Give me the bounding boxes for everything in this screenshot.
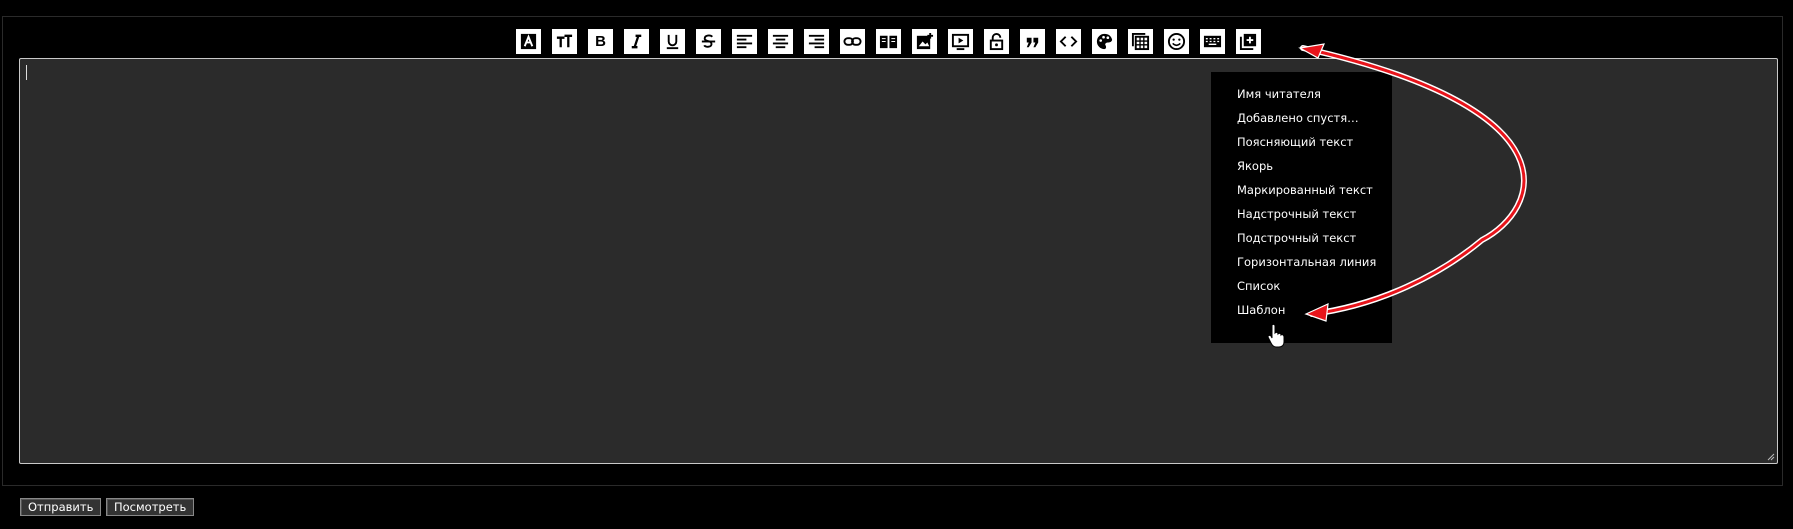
editor-frame: B [2, 16, 1783, 486]
font-color-icon[interactable] [516, 29, 541, 54]
menu-item-list[interactable]: Список [1237, 279, 1392, 303]
quote-icon[interactable] [1020, 29, 1045, 54]
editor-toolbar: B [516, 29, 1261, 54]
align-center-icon[interactable] [768, 29, 793, 54]
lock-icon[interactable] [984, 29, 1009, 54]
text-caret [26, 65, 27, 80]
message-textarea[interactable] [19, 58, 1778, 464]
palette-icon[interactable] [1092, 29, 1117, 54]
align-right-icon[interactable] [804, 29, 829, 54]
menu-item-marked-text[interactable]: Маркированный текст [1237, 183, 1392, 207]
video-icon[interactable] [948, 29, 973, 54]
strikethrough-icon[interactable] [696, 29, 721, 54]
italic-icon[interactable] [624, 29, 649, 54]
table-icon[interactable] [1128, 29, 1153, 54]
menu-item-superscript[interactable]: Надстрочный текст [1237, 207, 1392, 231]
text-size-icon[interactable] [552, 29, 577, 54]
menu-item-added-after[interactable]: Добавлено спустя… [1237, 111, 1392, 135]
menu-item-template[interactable]: Шаблон [1237, 303, 1392, 327]
code-icon[interactable] [1056, 29, 1081, 54]
submit-button[interactable]: Отправить [20, 498, 102, 516]
align-left-icon[interactable] [732, 29, 757, 54]
menu-item-explanatory-text[interactable]: Поясняющий текст [1237, 135, 1392, 159]
link-icon[interactable] [840, 29, 865, 54]
more-add-icon[interactable] [1236, 29, 1261, 54]
book-icon[interactable] [876, 29, 901, 54]
insert-dropdown-menu: Имя читателя Добавлено спустя… Поясняющи… [1211, 72, 1392, 343]
keyboard-icon[interactable] [1200, 29, 1225, 54]
bold-icon[interactable]: B [588, 29, 613, 54]
underline-icon[interactable] [660, 29, 685, 54]
menu-item-horizontal-line[interactable]: Горизонтальная линия [1237, 255, 1392, 279]
preview-button[interactable]: Посмотреть [106, 498, 195, 516]
menu-item-anchor[interactable]: Якорь [1237, 159, 1392, 183]
image-add-icon[interactable] [912, 29, 937, 54]
resize-handle-icon[interactable] [1766, 452, 1775, 461]
menu-item-subscript[interactable]: Подстрочный текст [1237, 231, 1392, 255]
menu-item-reader-name[interactable]: Имя читателя [1237, 87, 1392, 111]
emoji-icon[interactable] [1164, 29, 1189, 54]
